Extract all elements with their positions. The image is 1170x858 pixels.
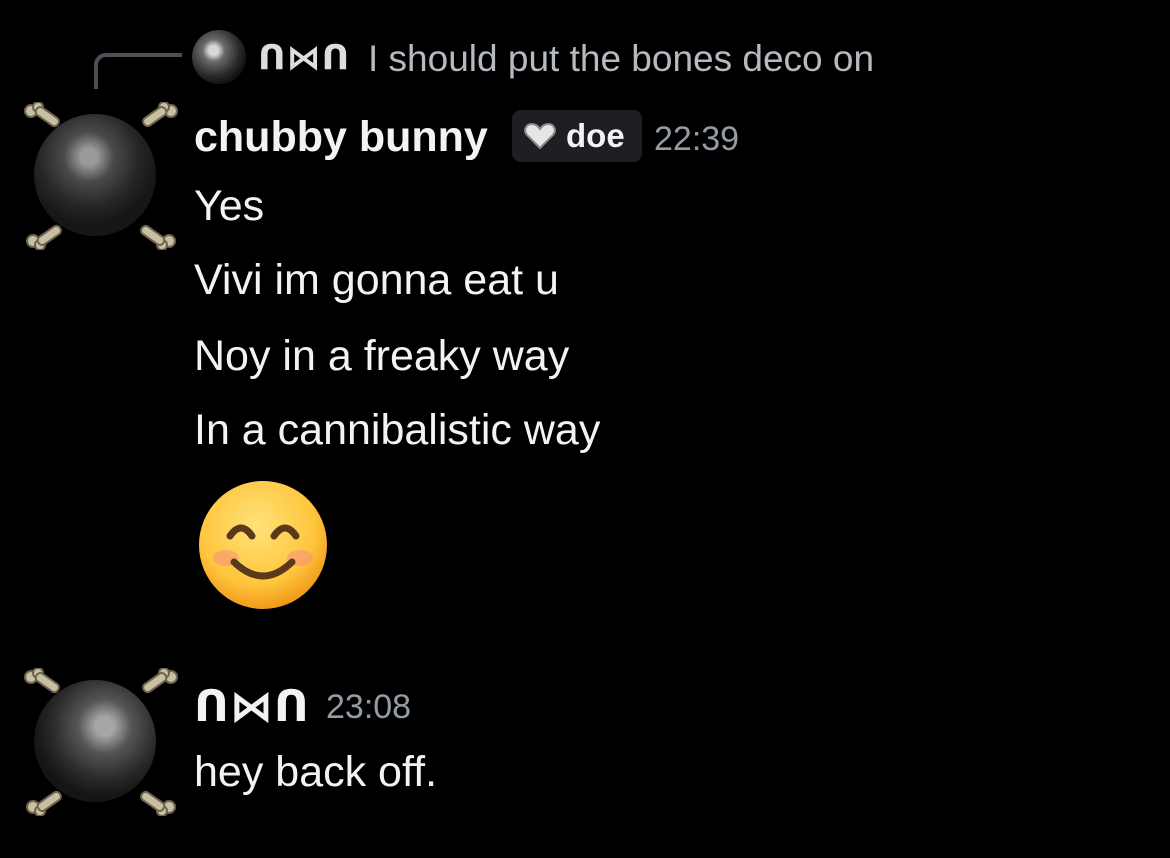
- server-tag-label: doe: [566, 117, 625, 154]
- bone-deco-icon: [134, 668, 180, 708]
- heart-icon: [524, 122, 556, 150]
- message-timestamp[interactable]: 22:39: [654, 120, 739, 159]
- server-tag[interactable]: doe: [512, 110, 642, 162]
- avatar-decorated[interactable]: [22, 668, 178, 818]
- bone-deco-icon: [24, 210, 70, 250]
- avatar-decorated[interactable]: [22, 102, 178, 252]
- reply-connector: [94, 53, 182, 89]
- message-text: Vivi im gonna eat u: [194, 256, 559, 304]
- bone-deco-icon: [132, 210, 178, 250]
- reply-avatar[interactable]: [192, 30, 246, 84]
- bone-deco-icon: [24, 776, 70, 816]
- message-text: In a cannibalistic way: [194, 406, 601, 454]
- message-timestamp[interactable]: 23:08: [326, 688, 411, 727]
- message-author[interactable]: ᑎ⋈ᑎ: [194, 682, 310, 732]
- bone-deco-icon: [132, 776, 178, 816]
- message-text: Yes: [194, 182, 265, 230]
- bone-deco-icon: [22, 102, 68, 142]
- reply-preview-text[interactable]: I should put the bones deco on: [368, 38, 874, 80]
- bone-deco-icon: [22, 668, 68, 708]
- reply-author[interactable]: ᑎ⋈ᑎ: [258, 38, 350, 78]
- smiling-face-emoji-icon[interactable]: [196, 478, 330, 612]
- message-author[interactable]: chubby bunny: [194, 113, 488, 162]
- bone-deco-icon: [134, 102, 180, 142]
- message-text: Noy in a freaky way: [194, 332, 570, 380]
- message-text: hey back off.: [194, 748, 438, 796]
